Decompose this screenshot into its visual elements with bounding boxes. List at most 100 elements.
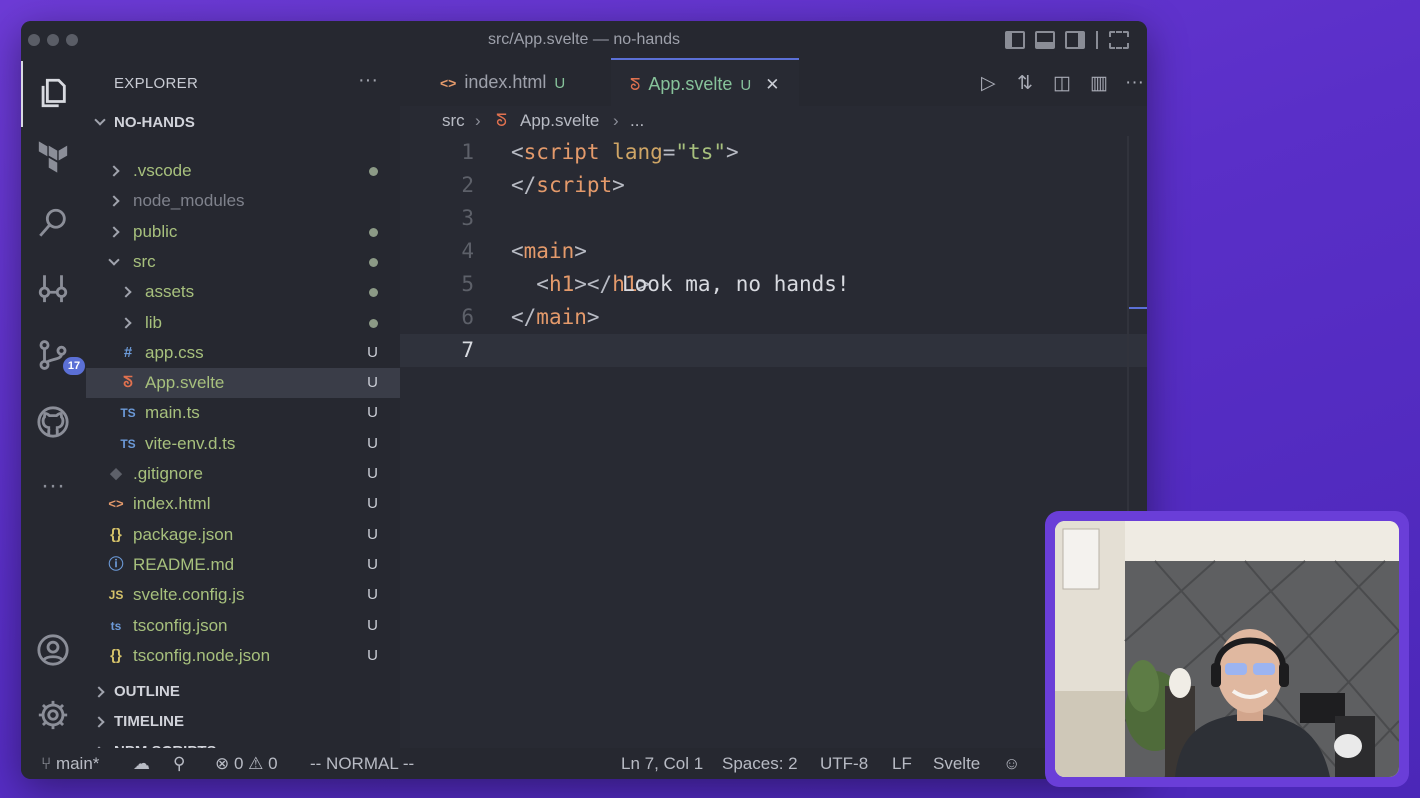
- tree-item-label: assets: [145, 282, 195, 302]
- tree-file[interactable]: TS vite-env.d.ts U: [86, 429, 400, 459]
- tree-file[interactable]: ts tsconfig.json U: [86, 611, 400, 641]
- line-number: 3: [461, 206, 474, 230]
- chevron-right-icon: [120, 286, 132, 298]
- code-line[interactable]: 1 <script lang="ts">: [400, 136, 1147, 169]
- more-actions-icon[interactable]: ···: [1125, 72, 1144, 94]
- breadcrumb-symbols[interactable]: ...: [630, 106, 644, 136]
- breadcrumb-file[interactable]: App.svelte: [520, 106, 599, 136]
- tree-item-label: tsconfig.json: [133, 615, 228, 635]
- code-line[interactable]: 7: [400, 334, 1147, 367]
- sync-cloud-icon[interactable]: ☁: [133, 754, 150, 774]
- panel-timeline[interactable]: TIMELINE: [86, 708, 400, 736]
- tree-folder[interactable]: node_modules: [86, 186, 400, 216]
- toggle-panel-icon[interactable]: [1035, 31, 1055, 49]
- tree-folder[interactable]: public: [86, 217, 400, 247]
- presenter-video-image: [1055, 521, 1399, 777]
- divider: [1096, 31, 1098, 49]
- tree-file[interactable]: JS svelte.config.js U: [86, 580, 400, 610]
- tree-file[interactable]: ⓘ README.md U: [86, 550, 400, 580]
- close-tab-icon[interactable]: ✕: [765, 75, 779, 94]
- untracked-status: U: [367, 465, 378, 482]
- code-line[interactable]: 5 <h1> Look ma, no hands! </h1>: [400, 268, 1147, 301]
- tree-item-label: src: [133, 251, 156, 271]
- indentation[interactable]: Spaces: 2: [722, 754, 798, 774]
- line-number: 7: [461, 338, 474, 362]
- tree-folder[interactable]: lib: [86, 308, 400, 338]
- settings-gear-icon[interactable]: [33, 695, 73, 735]
- toggle-secondary-sidebar-icon[interactable]: [1065, 31, 1085, 49]
- chevron-down-icon: [94, 114, 106, 126]
- end-of-line[interactable]: LF: [892, 754, 912, 774]
- breadcrumb: src › ᘕ App.svelte › ...: [400, 106, 1147, 136]
- tree-item-label: tsconfig.node.json: [133, 645, 271, 665]
- copilot-icon[interactable]: ☺: [1003, 754, 1020, 774]
- split-editor-icon[interactable]: ▥: [1090, 72, 1108, 95]
- tree-item-label: index.html: [133, 494, 211, 514]
- typescript-file-icon: TS: [120, 406, 136, 421]
- tree-file[interactable]: {} tsconfig.node.json U: [86, 641, 400, 671]
- workspace-root[interactable]: NO-HANDS: [86, 111, 400, 137]
- branch-indicator[interactable]: ⑂ main*: [41, 754, 99, 774]
- more-views-icon[interactable]: ···: [33, 466, 73, 506]
- explorer-more-actions-icon[interactable]: ···: [358, 69, 378, 92]
- tree-file[interactable]: <> index.html U: [86, 489, 400, 519]
- error-count: 0: [233, 754, 244, 773]
- tree-item-label: vite-env.d.ts: [145, 433, 236, 453]
- modified-dot: [369, 308, 378, 339]
- typescript-file-icon: ts: [110, 618, 122, 633]
- json-file-icon: {}: [110, 646, 122, 664]
- tab-index-html[interactable]: <> index.html U: [400, 58, 593, 106]
- run-icon[interactable]: ▷: [981, 72, 996, 95]
- code-line[interactable]: 3: [400, 202, 1147, 235]
- encoding[interactable]: UTF-8: [820, 754, 868, 774]
- untracked-status: U: [367, 404, 378, 422]
- untracked-status: U: [367, 343, 378, 361]
- tab-app-svelte[interactable]: ᘕ App.svelte U ✕: [611, 58, 799, 106]
- code-line[interactable]: 2 </script>: [400, 169, 1147, 202]
- cursor-position[interactable]: Ln 7, Col 1: [621, 754, 703, 774]
- code-text: <main>: [511, 239, 587, 263]
- untracked-status: U: [367, 434, 378, 452]
- tree-file[interactable]: TS main.ts U: [86, 398, 400, 428]
- code-line[interactable]: 6 </main>: [400, 301, 1147, 334]
- github-icon[interactable]: [33, 402, 73, 442]
- code-editor[interactable]: 1 <script lang="ts"> 2 </script> 3 4 <main> 5 <…: [400, 136, 1147, 748]
- breadcrumb-folder[interactable]: src: [442, 106, 465, 136]
- tree-folder[interactable]: src: [86, 247, 400, 277]
- chevron-right-icon: [108, 165, 120, 177]
- modified-dot: [369, 217, 378, 248]
- tree-item-label: svelte.config.js: [133, 585, 245, 605]
- svelte-file-icon: ᘕ: [496, 111, 507, 130]
- account-icon[interactable]: [33, 630, 73, 670]
- source-control-icon[interactable]: 17: [33, 335, 85, 375]
- window-title: src/App.svelte — no-hands: [487, 31, 681, 48]
- toggle-sidebar-icon[interactable]: [1005, 31, 1025, 49]
- code-text: </main>: [511, 305, 600, 329]
- chevron-right-icon: ›: [475, 111, 481, 130]
- explorer-icon[interactable]: [21, 61, 73, 127]
- git-graph-icon[interactable]: ⚲: [173, 754, 185, 774]
- tree-file[interactable]: {} package.json U: [86, 520, 400, 550]
- panel-outline[interactable]: OUTLINE: [86, 678, 400, 706]
- tree-file[interactable]: ◆ .gitignore U: [86, 459, 400, 489]
- tree-item-label: App.svelte: [145, 373, 225, 393]
- tree-file[interactable]: # app.css U: [86, 338, 400, 368]
- line-number: 4: [461, 239, 474, 263]
- open-preview-icon[interactable]: ◫: [1053, 72, 1071, 95]
- language-mode[interactable]: Svelte: [933, 754, 980, 774]
- debug-icon[interactable]: [33, 268, 73, 308]
- search-icon[interactable]: [33, 203, 73, 243]
- tree-folder[interactable]: assets: [86, 277, 400, 307]
- warning-icon: ⚠: [248, 754, 264, 773]
- terraform-icon[interactable]: [33, 137, 73, 177]
- git-branch-icon: ⑂: [41, 754, 52, 773]
- tree-file[interactable]: ᘕ App.svelte U: [86, 368, 400, 399]
- tree-item-label: package.json: [133, 524, 234, 544]
- activity-bar: 17 ···: [21, 58, 86, 748]
- problems-indicator[interactable]: ⊗ 0 ⚠ 0: [215, 754, 278, 774]
- webcam-overlay: [1045, 511, 1409, 787]
- customize-layout-icon[interactable]: [1109, 31, 1129, 49]
- compare-changes-icon[interactable]: ⇅: [1017, 72, 1033, 95]
- tree-folder[interactable]: .vscode: [86, 156, 400, 186]
- code-line[interactable]: 4 <main>: [400, 235, 1147, 268]
